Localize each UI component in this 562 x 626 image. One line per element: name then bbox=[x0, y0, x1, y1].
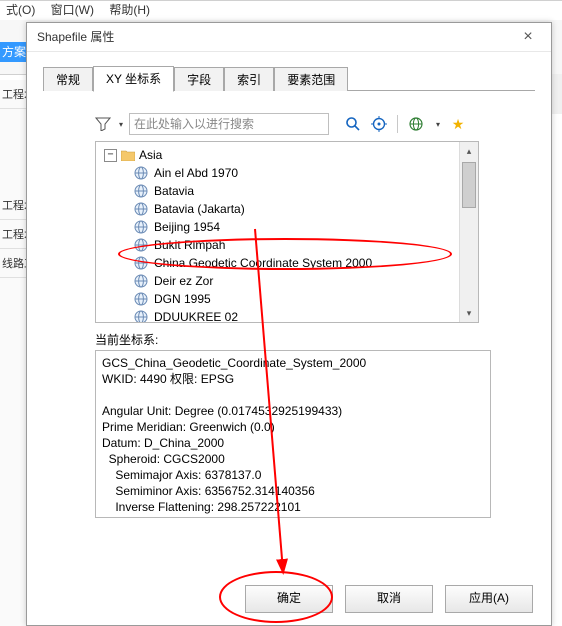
tab-strip: 常规 XY 坐标系 字段 索引 要素范围 bbox=[43, 66, 535, 91]
favorite-icon[interactable]: ★ bbox=[450, 116, 466, 132]
separator bbox=[397, 115, 398, 133]
parent-menubar: 式(O) 窗口(W) 帮助(H) bbox=[0, 0, 562, 19]
folder-icon bbox=[121, 149, 135, 161]
tree-item-label: Batavia (Jakarta) bbox=[154, 202, 245, 216]
globe-icon bbox=[134, 202, 148, 216]
tree-item-label: Ain el Abd 1970 bbox=[154, 166, 238, 180]
menu-window[interactable]: 窗口(W) bbox=[45, 1, 100, 18]
tab-index[interactable]: 索引 bbox=[224, 67, 274, 91]
close-icon[interactable]: × bbox=[505, 23, 551, 51]
tab-fields[interactable]: 字段 bbox=[174, 67, 224, 91]
tree-item[interactable]: China Geodetic Coordinate System 2000 bbox=[134, 254, 474, 272]
scroll-up-icon[interactable]: ▴ bbox=[460, 142, 478, 160]
globe-icon bbox=[134, 256, 148, 270]
ok-button[interactable]: 确定 bbox=[245, 585, 333, 613]
apply-button[interactable]: 应用(A) bbox=[445, 585, 533, 613]
tree-item[interactable]: DDUUKREE 02 bbox=[134, 308, 474, 323]
menu-help[interactable]: 帮助(H) bbox=[103, 1, 156, 18]
tree-item[interactable]: Batavia (Jakarta) bbox=[134, 200, 474, 218]
globe-icon bbox=[134, 166, 148, 180]
tree-item-label: Batavia bbox=[154, 184, 194, 198]
tree-item-label: DDUUKREE 02 bbox=[154, 310, 238, 323]
search-input[interactable]: 在此处输入以进行搜索 bbox=[129, 113, 329, 135]
tree-item[interactable]: Bukit Rimpah bbox=[134, 236, 474, 254]
tree-item[interactable]: Ain el Abd 1970 bbox=[134, 164, 474, 182]
tree-item-label: Bukit Rimpah bbox=[154, 238, 225, 252]
tree-item-label: Deir ez Zor bbox=[154, 274, 213, 288]
menu-format[interactable]: 式(O) bbox=[0, 1, 41, 18]
cancel-button[interactable]: 取消 bbox=[345, 585, 433, 613]
crs-details[interactable]: GCS_China_Geodetic_Coordinate_System_200… bbox=[95, 350, 491, 518]
crs-toolbar: ▾ 在此处输入以进行搜索 ▾ ★ bbox=[95, 113, 535, 135]
tree-item[interactable]: Batavia bbox=[134, 182, 474, 200]
globe-icon bbox=[134, 274, 148, 288]
tree-item[interactable]: Beijing 1954 bbox=[134, 218, 474, 236]
globe-icon bbox=[134, 238, 148, 252]
folder-label: Asia bbox=[139, 148, 162, 162]
titlebar: Shapefile 属性 × bbox=[27, 23, 551, 52]
properties-dialog: Shapefile 属性 × 常规 XY 坐标系 字段 索引 要素范围 ▾ 在此… bbox=[26, 22, 552, 626]
collapse-icon[interactable]: − bbox=[104, 149, 117, 162]
locate-icon[interactable] bbox=[371, 116, 387, 132]
globe-icon bbox=[134, 220, 148, 234]
filter-icon[interactable] bbox=[95, 116, 111, 132]
tree-folder-asia[interactable]: − Asia bbox=[104, 146, 474, 164]
globe-icon bbox=[134, 292, 148, 306]
globe-add-dropdown[interactable]: ▾ bbox=[436, 120, 440, 129]
scroll-down-icon[interactable]: ▾ bbox=[460, 304, 478, 322]
globe-icon bbox=[134, 310, 148, 323]
dialog-title: Shapefile 属性 bbox=[37, 23, 505, 51]
dialog-buttons: 确定 取消 应用(A) bbox=[27, 585, 551, 613]
tree-item-label: Beijing 1954 bbox=[154, 220, 220, 234]
scroll-thumb[interactable] bbox=[462, 162, 476, 208]
tree-item[interactable]: DGN 1995 bbox=[134, 290, 474, 308]
tab-general[interactable]: 常规 bbox=[43, 67, 93, 91]
search-run-icon[interactable] bbox=[345, 116, 361, 132]
tab-extent[interactable]: 要素范围 bbox=[274, 67, 348, 91]
current-crs-label: 当前坐标系: bbox=[95, 331, 535, 348]
crs-tree[interactable]: − Asia Ain el Abd 1970 Batavia Batavia (Ja… bbox=[95, 141, 479, 323]
globe-add-icon[interactable] bbox=[408, 116, 424, 132]
tree-scrollbar[interactable]: ▴ ▾ bbox=[459, 142, 478, 322]
tab-xy-crs[interactable]: XY 坐标系 bbox=[93, 66, 174, 92]
tree-item-label: DGN 1995 bbox=[154, 292, 211, 306]
tree-item-label: China Geodetic Coordinate System 2000 bbox=[154, 256, 372, 270]
globe-icon bbox=[134, 184, 148, 198]
tree-item[interactable]: Deir ez Zor bbox=[134, 272, 474, 290]
filter-dropdown-icon[interactable]: ▾ bbox=[119, 120, 123, 129]
